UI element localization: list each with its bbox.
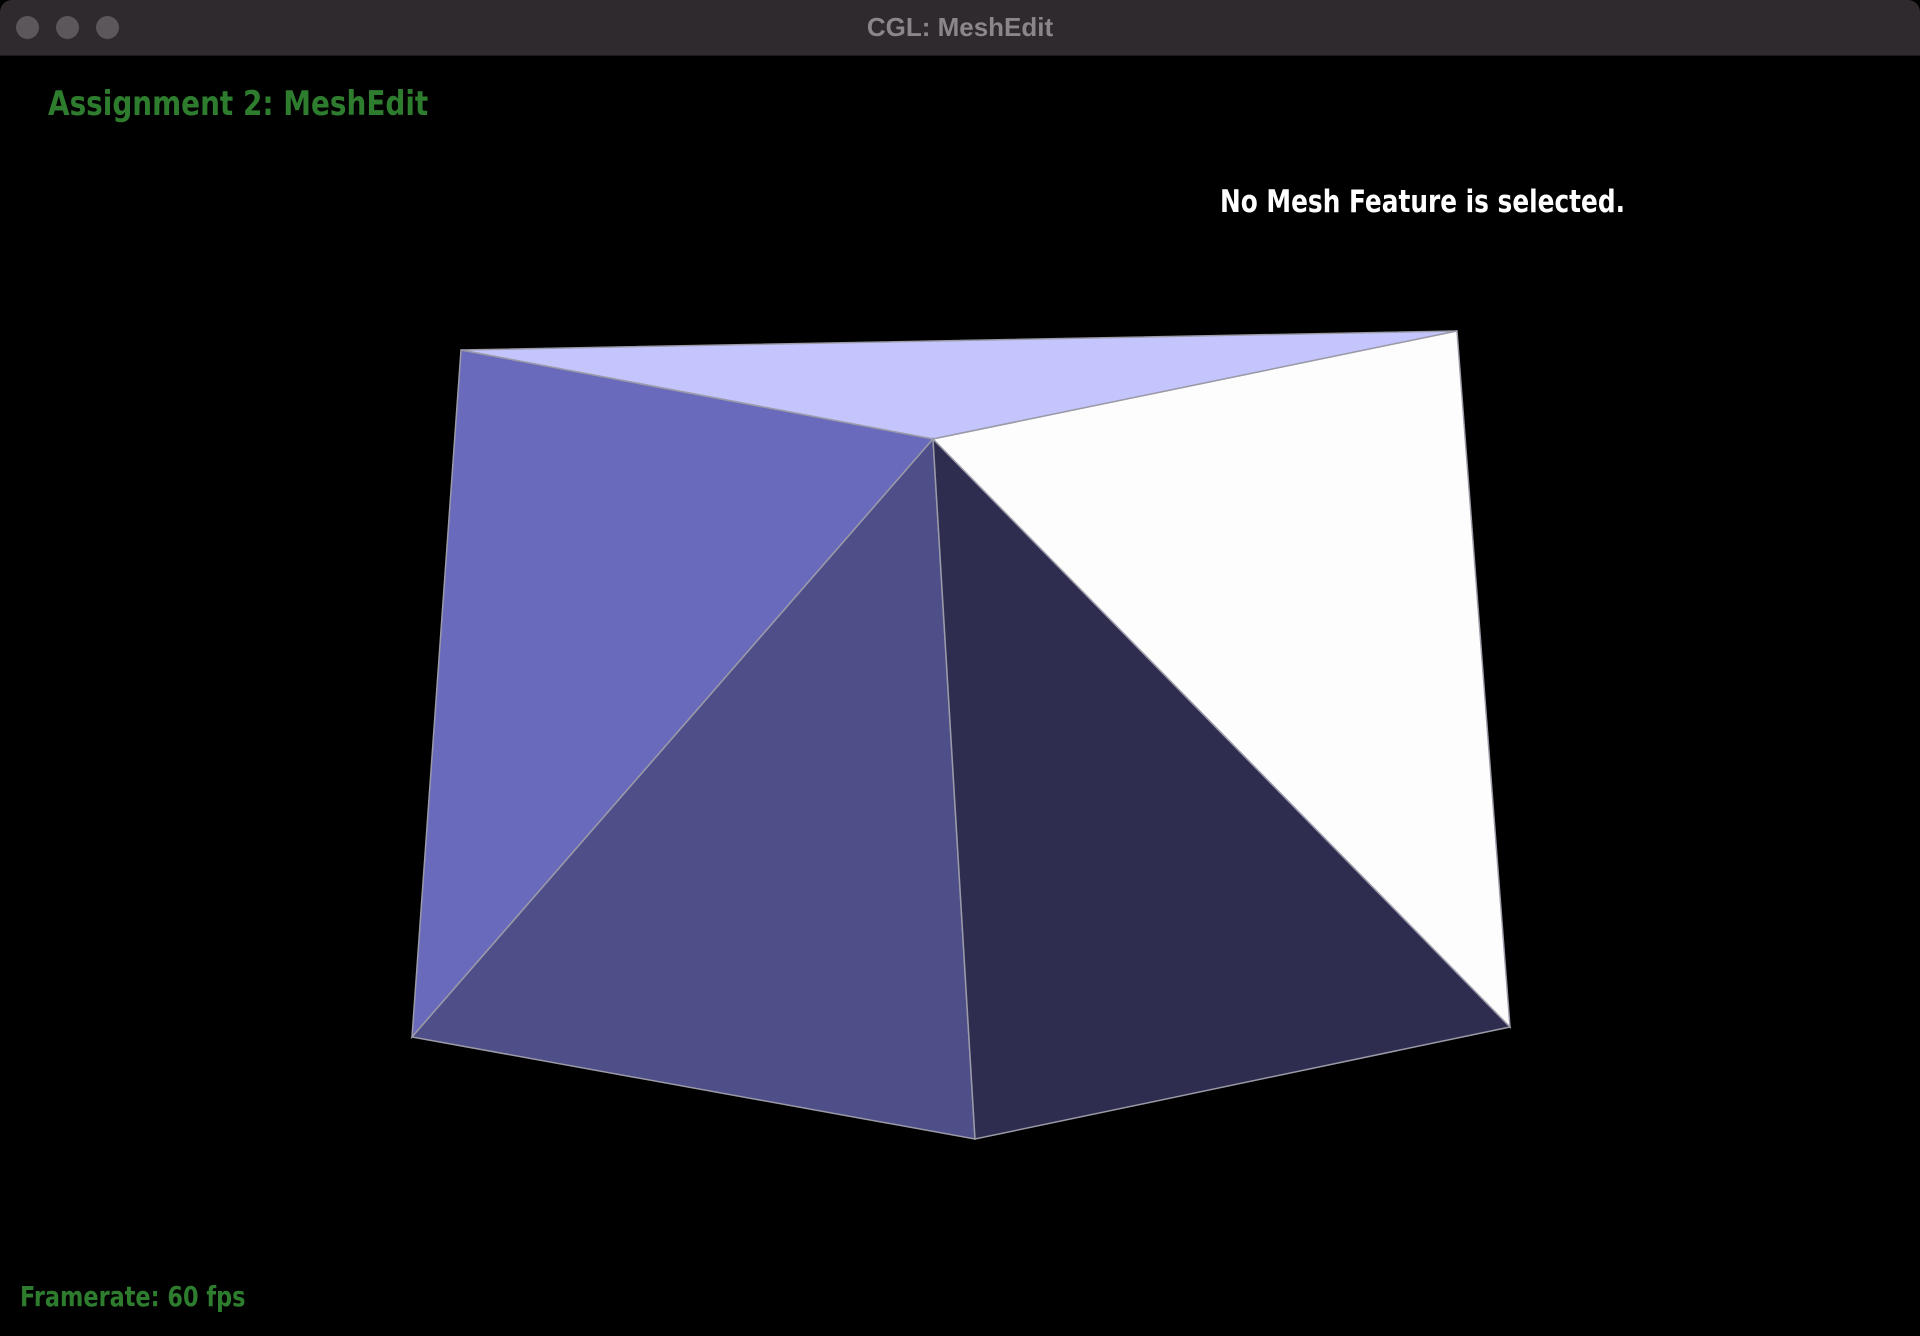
window-title: CGL: MeshEdit [866, 12, 1054, 42]
app-window: CGL: MeshEdit Assignment 2: MeshEdit No … [0, 0, 1920, 1336]
title-bar[interactable]: CGL: MeshEdit [0, 0, 1920, 56]
mesh-viewport[interactable]: Assignment 2: MeshEdit No Mesh Feature i… [0, 56, 1920, 1336]
mesh-canvas[interactable] [0, 56, 1920, 1336]
selection-status-text: No Mesh Feature is selected. [1220, 184, 1626, 220]
framerate-readout: Framerate: 60 fps [20, 1280, 246, 1313]
assignment-title: Assignment 2: MeshEdit [48, 84, 429, 124]
